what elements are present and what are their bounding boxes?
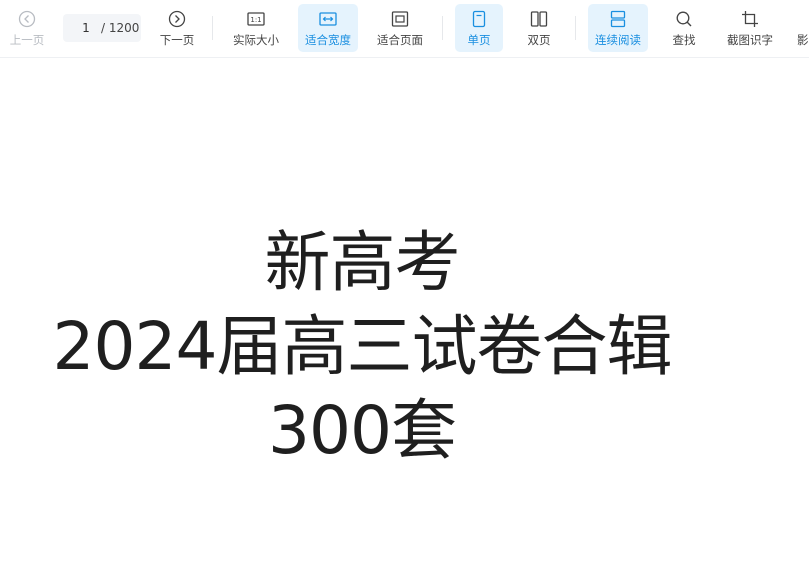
fit-page-icon bbox=[391, 11, 409, 27]
next-page-label: 下一页 bbox=[159, 33, 195, 47]
double-page-icon bbox=[530, 11, 548, 27]
document-title-block: 新高考 2024届高三试卷合辑 300套 bbox=[0, 221, 724, 473]
continuous-read-button[interactable]: 连续阅读 bbox=[588, 4, 648, 52]
chevron-right-circle-icon bbox=[168, 10, 186, 28]
separator bbox=[442, 16, 443, 40]
find-button[interactable]: 查找 bbox=[660, 4, 708, 52]
double-page-button[interactable]: 双页 bbox=[515, 4, 563, 52]
single-page-icon bbox=[472, 10, 486, 28]
next-page-button[interactable]: 下一页 bbox=[153, 4, 201, 52]
prev-page-label: 上一页 bbox=[9, 33, 45, 47]
ocr-screenshot-button[interactable]: 截图识字 bbox=[720, 4, 780, 52]
title-line-1: 新高考 bbox=[264, 224, 461, 301]
document-page: 新高考 2024届高三试卷合辑 300套 bbox=[0, 59, 809, 573]
continuous-read-icon bbox=[610, 10, 626, 28]
fit-width-label: 适合宽度 bbox=[305, 33, 351, 47]
find-label: 查找 bbox=[672, 33, 696, 47]
fit-width-icon bbox=[319, 12, 337, 26]
actual-size-button[interactable]: 1:1 实际大小 bbox=[226, 4, 286, 52]
double-page-label: 双页 bbox=[527, 33, 551, 47]
svg-text:1:1: 1:1 bbox=[250, 16, 261, 24]
fit-page-button[interactable]: 适合页面 bbox=[370, 4, 430, 52]
actual-size-label: 实际大小 bbox=[233, 33, 279, 47]
separator bbox=[212, 16, 213, 40]
prev-page-button[interactable]: 上一页 bbox=[3, 4, 51, 52]
title-line-2: 2024届高三试卷合辑 bbox=[52, 308, 673, 385]
one-to-one-icon: 1:1 bbox=[247, 12, 265, 26]
unknown-icon bbox=[792, 10, 809, 28]
search-icon bbox=[676, 11, 692, 27]
separator bbox=[575, 16, 576, 40]
fit-page-label: 适合页面 bbox=[377, 33, 423, 47]
page-total: / 1200 bbox=[101, 21, 140, 35]
page-number-input[interactable] bbox=[75, 18, 97, 38]
crop-icon bbox=[742, 11, 758, 27]
toolbar: 上一页 / 1200 下一页 1:1 实际大小 适合宽度 适合页面 bbox=[0, 0, 809, 58]
continuous-read-label: 连续阅读 bbox=[595, 33, 641, 47]
page-indicator: / 1200 bbox=[63, 14, 141, 42]
chevron-left-circle-icon bbox=[18, 10, 36, 28]
ocr-screenshot-label: 截图识字 bbox=[727, 33, 773, 47]
single-page-label: 单页 bbox=[467, 33, 491, 47]
more-tool-label: 影 bbox=[797, 33, 809, 47]
title-line-3: 300套 bbox=[268, 392, 457, 469]
single-page-button[interactable]: 单页 bbox=[455, 4, 503, 52]
more-tool-button-partial[interactable]: 影 bbox=[792, 4, 809, 52]
fit-width-button[interactable]: 适合宽度 bbox=[298, 4, 358, 52]
